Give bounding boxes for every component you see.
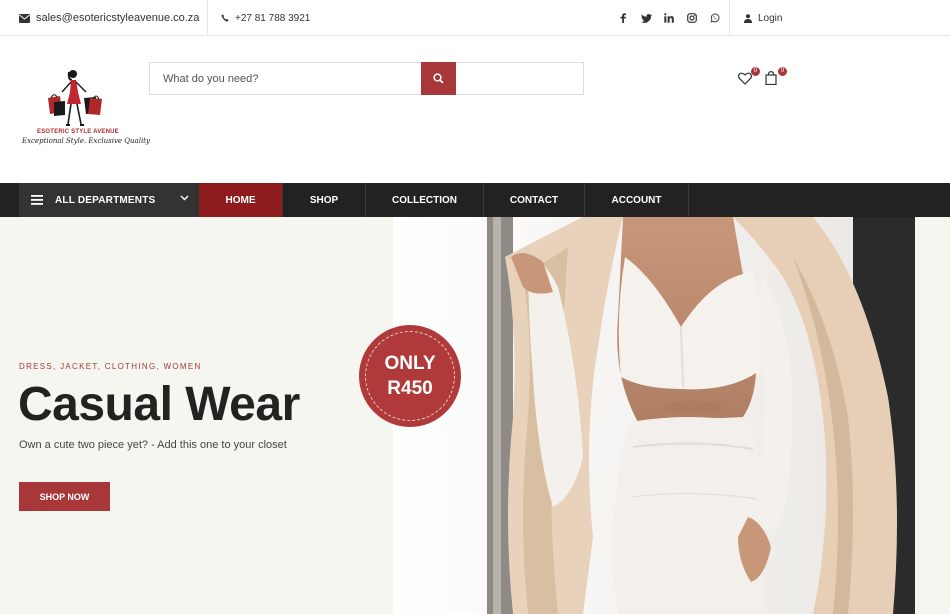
nav-contact[interactable]: CONTACT xyxy=(484,183,585,217)
heart-icon xyxy=(738,72,752,85)
top-bar: sales@esotericstyleavenue.co.za +27 81 7… xyxy=(0,0,950,36)
cart-count-badge: 0 xyxy=(778,67,787,76)
nav-collection[interactable]: COLLECTION xyxy=(366,183,484,217)
search-bar xyxy=(149,62,584,95)
search-button[interactable] xyxy=(421,62,456,95)
chevron-down-icon xyxy=(180,195,189,201)
divider xyxy=(729,0,730,36)
linkedin-icon[interactable] xyxy=(663,12,675,24)
login-label: Login xyxy=(758,12,783,24)
nav-shop[interactable]: SHOP xyxy=(283,183,366,217)
price-value: R450 xyxy=(387,378,433,399)
all-departments-label: ALL DEPARTMENTS xyxy=(55,194,156,206)
user-icon xyxy=(744,13,752,23)
price-badge: ONLY R450 xyxy=(359,325,461,427)
whatsapp-icon[interactable] xyxy=(709,12,721,24)
hamburger-icon xyxy=(31,195,43,205)
hero-title: Casual Wear xyxy=(18,378,300,431)
phone-text: +27 81 788 3921 xyxy=(235,12,311,24)
shopping-bag-icon xyxy=(765,71,777,85)
logo-figure-icon xyxy=(48,70,102,126)
social-links xyxy=(617,0,721,36)
all-departments-button[interactable]: ALL DEPARTMENTS xyxy=(19,183,199,217)
hero-model-image xyxy=(393,217,915,614)
divider xyxy=(207,0,208,36)
envelope-icon xyxy=(19,13,30,23)
email-text: sales@esotericstyleavenue.co.za xyxy=(36,12,200,24)
login-link[interactable]: Login xyxy=(744,0,782,36)
shop-now-button[interactable]: SHOP NOW xyxy=(19,482,110,511)
phone-icon xyxy=(221,14,229,22)
logo-tagline: Exceptional Style. Exclusive Quality xyxy=(22,137,150,145)
contact-phone[interactable]: +27 81 788 3921 xyxy=(221,0,310,36)
price-badge-inner: ONLY R450 xyxy=(365,331,455,421)
hero-model-illustration xyxy=(393,217,915,614)
contact-email[interactable]: sales@esotericstyleavenue.co.za xyxy=(19,0,199,36)
search-input[interactable] xyxy=(150,63,420,94)
cart-button[interactable]: 0 xyxy=(765,67,787,86)
nav-account[interactable]: ACCOUNT xyxy=(585,183,689,217)
site-logo[interactable]: ESOTERIC STYLE AVENUE Exceptional Style.… xyxy=(20,68,150,150)
logo-title: ESOTERIC STYLE AVENUE xyxy=(37,129,119,135)
wishlist-button[interactable]: 0 xyxy=(738,67,760,86)
main-nav: ALL DEPARTMENTS HOME SHOP COLLECTION CON… xyxy=(0,183,950,217)
wishlist-count-badge: 0 xyxy=(751,67,760,76)
search-icon xyxy=(433,73,444,84)
price-label: ONLY xyxy=(384,353,436,374)
instagram-icon[interactable] xyxy=(686,12,698,24)
hero-subtitle: Own a cute two piece yet? - Add this one… xyxy=(19,439,287,451)
twitter-icon[interactable] xyxy=(640,12,652,24)
facebook-icon[interactable] xyxy=(617,12,629,24)
nav-home[interactable]: HOME xyxy=(199,183,283,217)
hero-banner: DRESS, JACKET, CLOTHING, WOMEN Casual We… xyxy=(0,217,950,614)
hero-categories: DRESS, JACKET, CLOTHING, WOMEN xyxy=(19,362,202,371)
